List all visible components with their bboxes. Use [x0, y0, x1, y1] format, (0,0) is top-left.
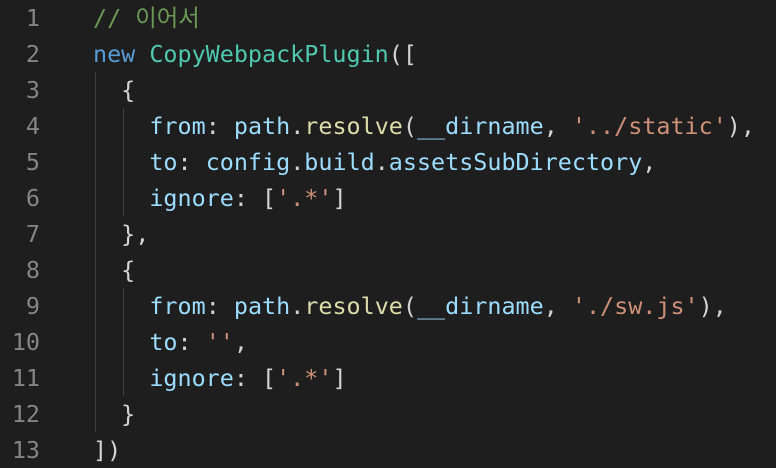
code-token-punc: ( [402, 292, 417, 320]
line-number: 7 [25, 220, 40, 248]
code-token-punc: { [93, 256, 136, 284]
code-line[interactable]: 1 // 이어서 [0, 0, 776, 36]
line-number: 13 [11, 436, 40, 464]
line-number: 1 [25, 4, 40, 32]
code-token-punc [93, 292, 149, 320]
code-token-punc: . [290, 148, 305, 176]
code-text: ignore: ['.*'] [93, 180, 347, 216]
code-text: } [93, 396, 135, 432]
code-text: to: config.build.assetsSubDirectory, [93, 144, 656, 180]
code-token-punc: . [290, 112, 305, 140]
line-number: 6 [25, 184, 40, 212]
code-token-prop: build [304, 148, 375, 176]
line-number: 8 [25, 256, 40, 284]
line-number: 3 [25, 76, 40, 104]
code-token-punc: ([ [388, 40, 417, 68]
code-token-str: '.*' [276, 184, 333, 212]
code-token-prop: path [233, 292, 291, 320]
code-text: { [93, 252, 135, 288]
code-token-comment: // 이어서 [93, 4, 200, 32]
code-token-punc: : [ [233, 364, 277, 392]
code-token-punc: . [290, 292, 305, 320]
code-line[interactable]: 2 new CopyWebpackPlugin([ [0, 36, 776, 72]
code-token-punc [135, 40, 149, 68]
code-token-punc: : [ [233, 184, 277, 212]
code-token-prop: config [205, 148, 291, 176]
code-text: to: '', [93, 324, 248, 360]
code-line[interactable]: 8 { [0, 252, 776, 288]
code-token-punc: ( [402, 112, 417, 140]
code-token-prop: from [149, 292, 206, 320]
code-token-punc: ] [332, 364, 347, 392]
code-token-punc: : [205, 292, 234, 320]
code-text: // 이어서 [93, 0, 200, 36]
code-text: from: path.resolve(__dirname, '../static… [93, 108, 755, 144]
code-token-str: './sw.js' [571, 292, 699, 320]
code-token-punc: : [205, 112, 234, 140]
code-line[interactable]: 7 }, [0, 216, 776, 252]
code-editor[interactable]: 1// 이어서 2 new CopyWebpackPlugin([3 {4 from… [0, 0, 776, 468]
code-token-prop: __dirname [416, 292, 544, 320]
code-token-punc: , [543, 112, 572, 140]
code-token-punc: ] [332, 184, 347, 212]
code-token-str: '../static' [571, 112, 727, 140]
code-token-func: resolve [304, 112, 403, 140]
code-token-prop: from [149, 112, 206, 140]
code-token-punc: : [177, 148, 206, 176]
line-number: 10 [11, 328, 40, 356]
line-number: 4 [25, 112, 40, 140]
line-number: 2 [25, 40, 40, 68]
code-text: }, [93, 216, 149, 252]
code-token-prop: path [233, 112, 291, 140]
code-token-punc: ), [698, 292, 727, 320]
line-number: 5 [25, 148, 40, 176]
code-token-str: '.*' [276, 364, 333, 392]
code-token-prop: __dirname [416, 112, 544, 140]
code-text: ignore: ['.*'] [93, 360, 347, 396]
code-line[interactable]: 5 to: config.build.assetsSubDirectory, [0, 144, 776, 180]
code-token-str: '' [205, 328, 234, 356]
code-line[interactable]: 9 from: path.resolve(__dirname, './sw.js… [0, 288, 776, 324]
code-text: { [93, 72, 135, 108]
line-number: 9 [25, 292, 40, 320]
code-token-punc: , [642, 148, 657, 176]
code-token-prop: ignore [149, 364, 234, 392]
code-token-class: CopyWebpackPlugin [149, 40, 389, 68]
code-token-prop: to [149, 148, 178, 176]
code-token-punc: } [93, 400, 136, 428]
line-number: 11 [11, 364, 40, 392]
code-token-punc [93, 364, 149, 392]
code-token-punc: , [233, 328, 248, 356]
code-token-prop: ignore [149, 184, 234, 212]
code-text: new CopyWebpackPlugin([ [93, 36, 417, 72]
code-token-punc: { [93, 76, 136, 104]
code-line[interactable]: 12 } [0, 396, 776, 432]
code-token-punc [93, 184, 149, 212]
code-line[interactable]: 13]) [0, 432, 776, 468]
code-token-kw: new [93, 40, 136, 68]
code-token-punc: . [374, 148, 389, 176]
code-token-punc [93, 328, 149, 356]
code-line[interactable]: 10 to: '', [0, 324, 776, 360]
code-text: from: path.resolve(__dirname, './sw.js')… [93, 288, 727, 324]
code-token-punc: ]) [93, 436, 122, 464]
code-token-punc: }, [93, 220, 150, 248]
code-line[interactable]: 4 from: path.resolve(__dirname, '../stat… [0, 108, 776, 144]
code-token-prop: assetsSubDirectory [388, 148, 643, 176]
line-number: 12 [11, 400, 40, 428]
code-token-punc: , [543, 292, 572, 320]
code-line[interactable]: 3 { [0, 72, 776, 108]
code-line[interactable]: 6 ignore: ['.*'] [0, 180, 776, 216]
code-token-punc: : [177, 328, 206, 356]
code-text: ]) [93, 432, 121, 468]
code-token-punc [93, 148, 149, 176]
code-token-punc [93, 112, 149, 140]
code-token-func: resolve [304, 292, 403, 320]
code-line[interactable]: 11 ignore: ['.*'] [0, 360, 776, 396]
code-token-prop: to [149, 328, 178, 356]
code-token-punc: ), [726, 112, 755, 140]
